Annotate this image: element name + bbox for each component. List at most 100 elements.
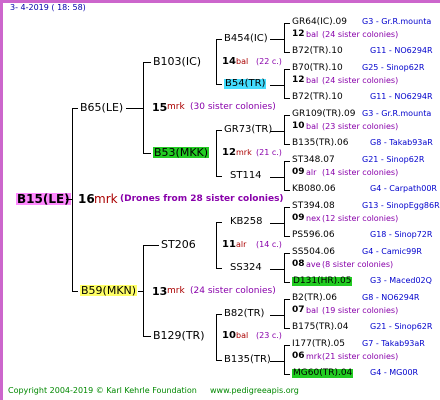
g3-h-7 — [216, 360, 222, 361]
leaf-dam-ref-3: G4 - Carpath00R — [370, 184, 437, 193]
leaf-sire-ref-5: G4 - Camic99R — [362, 247, 422, 256]
leaf-dam-ref-5: G3 - Maced02Q — [370, 276, 432, 285]
leaf-dam-4: PS596.06 — [292, 230, 335, 240]
leaf-sire-1: B70(TR).10 — [292, 63, 343, 73]
leaf-sire-ref-6: G8 - NO6294R — [362, 293, 420, 302]
sire-num: 15 — [152, 101, 168, 114]
leaf-dam-ref-2: G8 - Takab93aR — [370, 138, 433, 147]
leaf-num-6: 07 — [292, 305, 305, 315]
leaf-vline-6 — [284, 299, 285, 329]
ssire-name: B103(IC) — [153, 55, 202, 68]
dam-num: 13 — [152, 285, 168, 298]
leaf-h1-5 — [284, 253, 290, 254]
leaf-note-6: (19 sister colonies) — [322, 306, 399, 315]
leaf-mark-7: mrk — [306, 352, 322, 361]
sire-hline — [126, 108, 144, 109]
root-note: (Drones from 28 sister colonies) — [120, 194, 284, 204]
leaf-h0-7 — [270, 361, 284, 362]
leaf-sire-3: ST348.07 — [292, 155, 335, 165]
leaf-vline-2 — [284, 115, 285, 145]
leaf-h2-7 — [284, 374, 290, 375]
root-num: 16 — [78, 192, 95, 206]
dam-to-dsire — [143, 245, 159, 246]
leaf-sire-5: SS504.06 — [292, 247, 335, 257]
root-name: B15(LE) — [16, 192, 71, 206]
leaf-sire-2: GR109(TR).09 — [292, 109, 356, 119]
leaf-num-1: 12 — [292, 75, 305, 85]
dsire-num: 11 — [222, 239, 236, 250]
leaf-dam-1: B72(TR).10 — [292, 92, 343, 102]
leaf-h0-1 — [270, 85, 284, 86]
root-to-dam — [72, 291, 78, 292]
leaf-mark-3: alr — [306, 168, 317, 177]
leaf-dam-ref-6: G21 - Sinop62R — [370, 322, 433, 331]
leaf-note-2: (23 sister colonies) — [322, 122, 399, 131]
leaf-num-4: 09 — [292, 213, 305, 223]
root-vline — [72, 108, 73, 292]
ssire-note: (22 c.) — [256, 57, 282, 66]
g3-vline-2 — [216, 222, 217, 269]
g3-vline-3 — [216, 314, 217, 361]
g3-node-4: KB258 — [230, 216, 263, 227]
leaf-note-3: (14 sister colonies) — [322, 168, 399, 177]
leaf-sire-6: B2(TR).06 — [292, 293, 337, 303]
root-to-sire — [72, 108, 78, 109]
leaf-note-1: (24 sister colonies) — [322, 76, 399, 85]
g3-h-4 — [216, 222, 222, 223]
g3-node-3: ST114 — [230, 170, 262, 181]
dsire-note: (14 c.) — [256, 240, 282, 249]
g3-vline-0 — [216, 39, 217, 85]
leaf-vline-1 — [284, 69, 285, 99]
sire-to-sdam — [143, 153, 151, 154]
dsire-mark: alr — [236, 240, 247, 249]
ddam-num: 10 — [222, 330, 236, 341]
leaf-h1-2 — [284, 115, 290, 116]
leaf-note-7: (21 sister colonies) — [322, 352, 399, 361]
leaf-mark-4: nex — [306, 214, 321, 223]
leaf-dam-ref-0: G11 - NO6294R — [370, 46, 433, 55]
ssire-mark: bal — [236, 57, 249, 66]
ddam-note: (23 c.) — [256, 331, 282, 340]
g3-h-6 — [216, 314, 222, 315]
sire-name: B65(LE) — [80, 101, 124, 114]
leaf-h0-6 — [270, 315, 284, 316]
leaf-h1-1 — [284, 69, 290, 70]
leaf-mark-0: bal — [306, 30, 319, 39]
sdam-mark: mrk — [236, 148, 252, 157]
leaf-dam-ref-1: G11 - NO6294R — [370, 92, 433, 101]
leaf-sire-ref-1: G25 - Sinop62R — [362, 63, 425, 72]
leaf-h0-3 — [270, 177, 284, 178]
g3-h-0 — [216, 39, 222, 40]
dam-name: B59(MKN) — [80, 284, 138, 297]
leaf-num-7: 06 — [292, 351, 305, 361]
leaf-num-2: 10 — [292, 121, 305, 131]
leaf-sire-0: GR64(IC).09 — [292, 17, 347, 27]
ddam-name: B129(TR) — [153, 329, 205, 342]
leaf-h0-2 — [270, 131, 284, 132]
dam-mark: mrk — [167, 286, 185, 296]
sire-to-ssire — [143, 62, 151, 63]
g3-node-6: B82(TR) — [224, 308, 265, 319]
leaf-sire-ref-7: G7 - Takab93aR — [362, 339, 425, 348]
leaf-note-5: (8 sister colonies) — [322, 260, 394, 269]
leaf-num-0: 12 — [292, 29, 305, 39]
leaf-mark-5: ave — [306, 260, 321, 269]
root-mark: mrk — [94, 192, 118, 206]
leaf-sire-ref-3: G21 - Sinop62R — [362, 155, 425, 164]
dam-hline — [138, 291, 144, 292]
leaf-dam-3: KB080.06 — [292, 184, 336, 194]
g3-node-7: B135(TR) — [224, 354, 271, 365]
leaf-mark-6: bal — [306, 306, 319, 315]
g3-node-2: GR73(TR) — [224, 124, 273, 135]
leaf-num-5: 08 — [292, 259, 305, 269]
ssire-num: 14 — [222, 56, 236, 67]
g3-h-3 — [216, 176, 222, 177]
sire-note: (30 sister colonies) — [190, 102, 276, 112]
sdam-name: B53(MKK) — [153, 146, 210, 159]
leaf-dam-6: B175(TR).04 — [292, 322, 349, 332]
leaf-num-3: 09 — [292, 167, 305, 177]
site-link[interactable]: www.pedigreeapis.org — [210, 387, 299, 395]
leaf-h1-3 — [284, 161, 290, 162]
leaf-vline-4 — [284, 207, 285, 237]
leaf-dam-ref-4: G18 - Sinop72R — [370, 230, 433, 239]
